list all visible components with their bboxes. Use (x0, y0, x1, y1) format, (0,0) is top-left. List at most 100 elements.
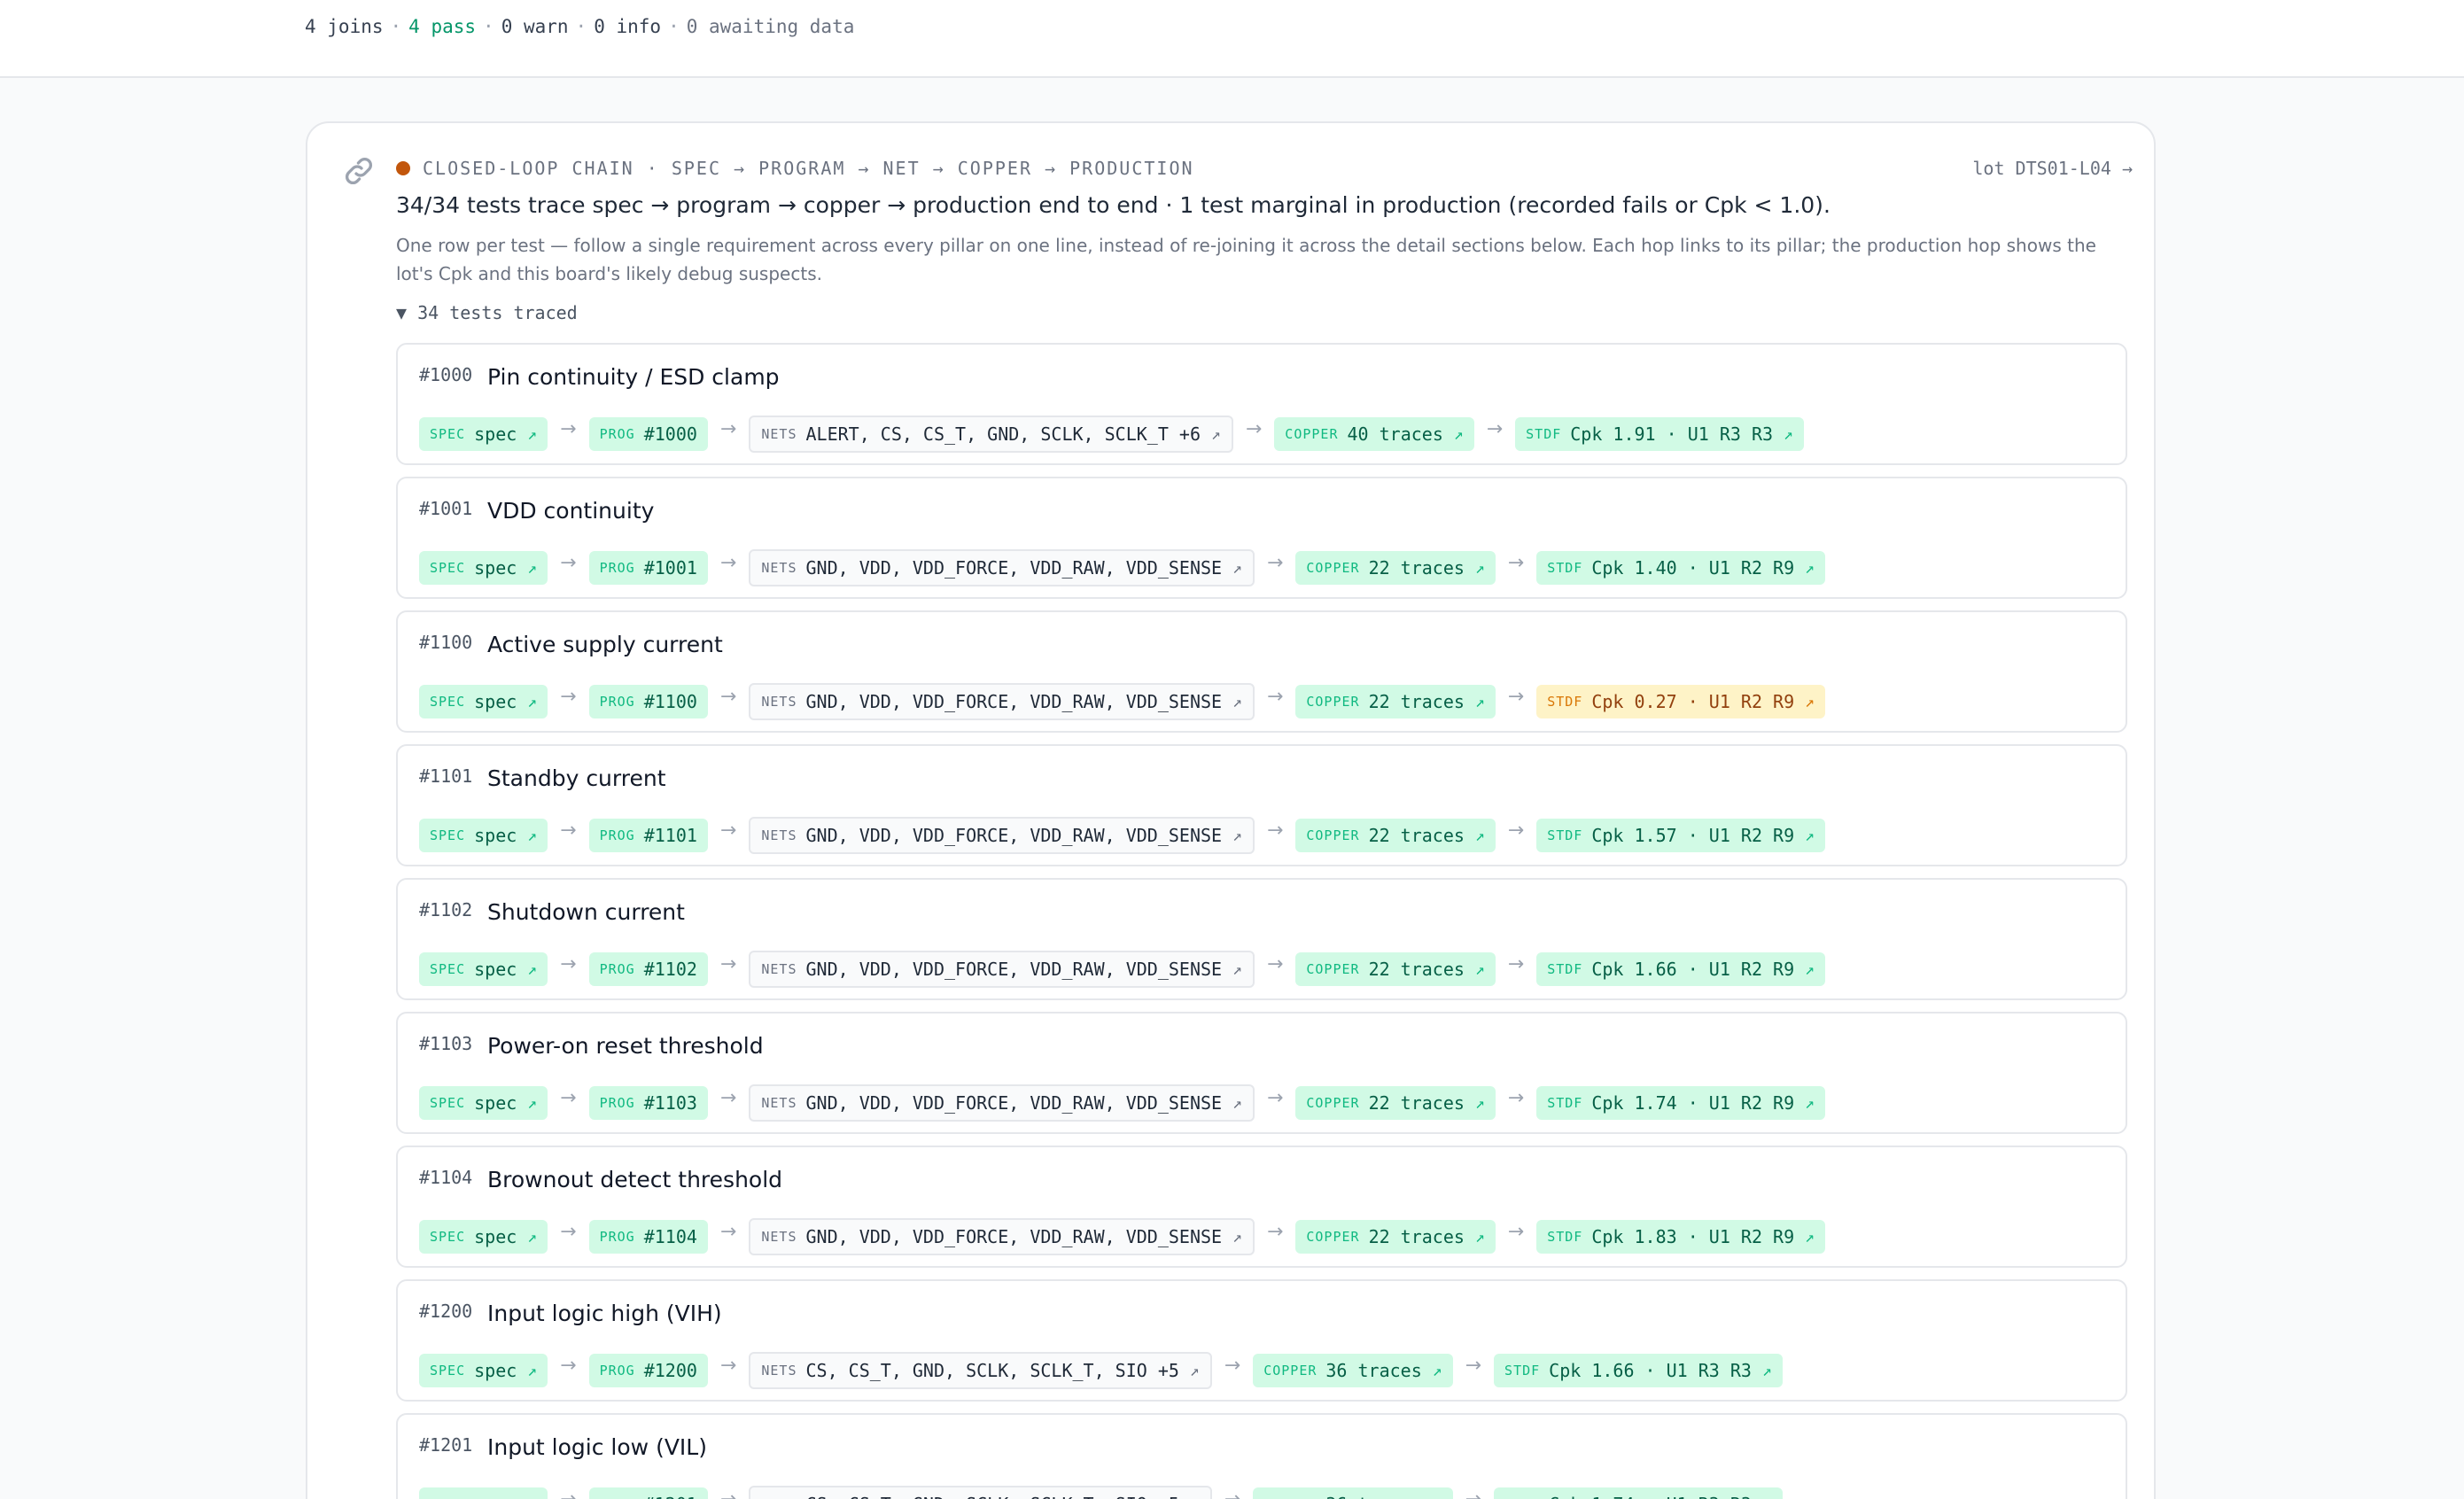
external-link-icon: ↗ (1805, 558, 1815, 578)
copper-chip[interactable]: COPPER36 traces↗ (1253, 1354, 1453, 1387)
arrow-icon: → (1507, 952, 1525, 975)
copper-chip[interactable]: COPPER36 traces↗ (1253, 1487, 1453, 1499)
spec-chip[interactable]: SPECspec↗ (419, 1220, 548, 1254)
arrow-icon: → (560, 1086, 577, 1109)
external-link-icon: ↗ (1805, 826, 1815, 845)
stdf-value: Cpk 1.83 · U1 R2 R9 (1591, 1226, 1795, 1247)
spec-chip[interactable]: SPECspec↗ (419, 819, 548, 852)
spec-chip[interactable]: SPECspec↗ (419, 1354, 548, 1387)
nets-chip[interactable]: NETS GND, VDD, VDD_FORCE, VDD_RAW, VDD_SE… (749, 1218, 1255, 1255)
stdf-label: STDF (1547, 560, 1583, 576)
test-id: #1102 (419, 899, 473, 920)
copper-chip[interactable]: COPPER 22 traces ↗ (1295, 819, 1496, 852)
copper-chip[interactable]: COPPER 22 traces ↗ (1295, 1086, 1496, 1120)
stdf-value: Cpk 1.40 · U1 R2 R9 (1591, 557, 1795, 579)
stdf-chip[interactable]: STDF Cpk 1.83 · U1 R2 R9 ↗ (1536, 1220, 1825, 1254)
prog-chip[interactable]: PROG #1000 (588, 417, 708, 451)
separator: · (483, 16, 494, 37)
nets-chip[interactable]: NETS ALERT, CS, CS_T, GND, SCLK, SCLK_T +… (749, 416, 1233, 453)
spec-chip[interactable]: SPECspec↗ (419, 417, 548, 451)
prog-chip[interactable]: PROG #1104 (588, 1220, 708, 1254)
prog-value: #1100 (643, 691, 697, 712)
stdf-chip[interactable]: STDF Cpk 1.74 · U1 R2 R9 ↗ (1536, 1086, 1825, 1120)
stdf-chip[interactable]: STDF Cpk 1.40 · U1 R2 R9 ↗ (1536, 551, 1825, 585)
external-link-icon: ↗ (1474, 1093, 1485, 1113)
nets-chip[interactable]: NETSCS, CS_T, GND, SCLK, SCLK_T, SIO +5↗ (749, 1352, 1212, 1389)
nets-label: NETS (761, 1363, 797, 1379)
nets-chip[interactable]: NETSCS, CS_T, GND, SCLK, SCLK_T, SIO +5↗ (749, 1486, 1212, 1499)
external-link-icon: ↗ (1189, 1361, 1200, 1380)
test-id: #1101 (419, 765, 473, 787)
copper-chip[interactable]: COPPER 22 traces ↗ (1295, 551, 1496, 585)
prog-value: #1101 (643, 825, 697, 846)
spec-chip[interactable]: SPECspec↗ (419, 685, 548, 718)
external-link-icon: ↗ (527, 692, 538, 711)
prog-chip[interactable]: PROG#1201 (588, 1487, 708, 1499)
prog-chip[interactable]: PROG #1103 (588, 1086, 708, 1120)
spec-value: spec (474, 423, 517, 445)
stdf-value: Cpk 1.91 · U1 R3 R3 (1570, 423, 1774, 445)
test-id: #1000 (419, 364, 473, 385)
spec-value: spec (474, 1360, 517, 1381)
copper-label: COPPER (1306, 560, 1360, 576)
prog-value: #1201 (644, 1494, 697, 1499)
stdf-chip[interactable]: STDF Cpk 1.66 · U1 R2 R9 ↗ (1536, 952, 1825, 986)
external-link-icon: ↗ (1232, 692, 1242, 711)
prog-chip[interactable]: PROG #1200 (588, 1354, 708, 1387)
nets-label: NETS (761, 1229, 797, 1245)
external-link-icon: ↗ (527, 558, 538, 578)
prog-value: #1000 (643, 423, 697, 445)
copper-value: 22 traces (1368, 691, 1465, 712)
copper-label: COPPER (1306, 961, 1360, 977)
copper-value: 22 traces (1368, 959, 1465, 980)
prog-chip[interactable]: PROG #1101 (588, 819, 708, 852)
test-id: #1104 (419, 1167, 473, 1188)
arrow-icon: → (1266, 551, 1284, 574)
prog-chip[interactable]: PROG #1100 (588, 685, 708, 718)
prog-chip[interactable]: PROG #1102 (588, 952, 708, 986)
joins-count: 4 joins (305, 16, 384, 37)
stdf-value: Cpk 1.74 · U1 R2 R9 (1591, 1092, 1795, 1114)
tests-traced-toggle[interactable]: ▼ 34 tests traced (396, 302, 578, 323)
nets-chip[interactable]: NETS GND, VDD, VDD_FORCE, VDD_RAW, VDD_SE… (749, 817, 1255, 854)
trace-chain: SPEC spec ↗ → PROG #1103 → NETS GND, VDD, VDD_FO… (419, 1084, 1825, 1122)
nets-chip[interactable]: NETS GND, VDD, VDD_FORCE, VDD_RAW, VDD_SE… (749, 951, 1255, 988)
nets-chip[interactable]: NETS GND, VDD, VDD_FORCE, VDD_RAW, VDD_SE… (749, 1084, 1255, 1122)
test-name: Standby current (487, 765, 666, 791)
external-link-icon: ↗ (1474, 826, 1485, 845)
copper-label: COPPER (1306, 1095, 1360, 1111)
nets-chip[interactable]: NETS GND, VDD, VDD_FORCE, VDD_RAW, VDD_SE… (749, 549, 1255, 586)
prog-value: #1102 (643, 959, 697, 980)
arrow-icon: → (560, 417, 577, 440)
arrow-icon: → (1507, 685, 1525, 708)
lot-link[interactable]: lot DTS01-L04 → (1972, 158, 2133, 179)
prog-label: PROG (599, 1229, 635, 1245)
nets-value: GND, VDD, VDD_FORCE, VDD_RAW, VDD_SENSE (805, 691, 1223, 712)
prog-chip[interactable]: PROG #1001 (588, 551, 708, 585)
copper-chip[interactable]: COPPER 22 traces ↗ (1295, 685, 1496, 718)
nets-value: GND, VDD, VDD_FORCE, VDD_RAW, VDD_SENSE (805, 557, 1223, 579)
spec-chip[interactable]: SPECspec↗ (419, 551, 548, 585)
stdf-chip[interactable]: STDFCpk 1.74 · U1 R3 R3↗ (1494, 1487, 1783, 1499)
copper-chip[interactable]: COPPER 22 traces ↗ (1295, 1220, 1496, 1254)
stdf-chip[interactable]: STDF Cpk 1.66 · U1 R3 R3 ↗ (1494, 1354, 1783, 1387)
arrow-icon: → (719, 1220, 737, 1243)
external-link-icon: ↗ (1433, 1495, 1442, 1499)
arrow-icon: → (1507, 1086, 1525, 1109)
spec-chip[interactable]: SPECspec↗ (419, 1086, 548, 1120)
nets-label: NETS (761, 961, 797, 977)
stdf-chip[interactable]: STDF Cpk 1.91 · U1 R3 R3 ↗ (1515, 417, 1804, 451)
copper-chip[interactable]: COPPER 40 traces ↗ (1274, 417, 1474, 451)
arrow-icon: → (1224, 1354, 1241, 1377)
nets-chip[interactable]: NETS GND, VDD, VDD_FORCE, VDD_RAW, VDD_SE… (749, 683, 1255, 720)
stdf-chip[interactable]: STDF Cpk 1.57 · U1 R2 R9 ↗ (1536, 819, 1825, 852)
external-link-icon: ↗ (1805, 1093, 1815, 1113)
copper-chip[interactable]: COPPER 22 traces ↗ (1295, 952, 1496, 986)
stdf-chip[interactable]: STDF Cpk 0.27 · U1 R2 R9 ↗ (1536, 685, 1825, 718)
test-id: #1100 (419, 632, 473, 653)
external-link-icon: ↗ (1232, 1093, 1242, 1113)
arrow-icon: → (1507, 819, 1525, 842)
copper-value: 36 traces (1325, 1494, 1421, 1499)
spec-chip[interactable]: SPECspec↗ (419, 1487, 548, 1499)
spec-chip[interactable]: SPECspec↗ (419, 952, 548, 986)
